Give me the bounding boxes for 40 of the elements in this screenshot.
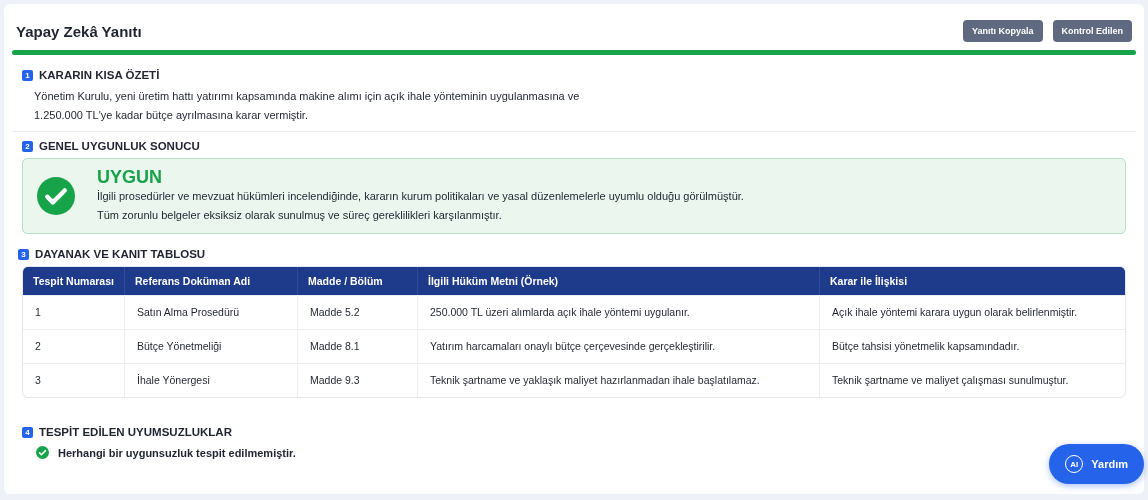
table-cell-text: Açık ihale yöntemi karara uygun olarak belirlenmiştir.: [831, 305, 1079, 320]
column-header: İlgili Hüküm Metni (Örnek): [418, 267, 820, 295]
table-cell-text: Teknik şartname ve maliyet çalışması sunulmuştur.: [831, 373, 1070, 388]
table-cell: Madde 8.1: [298, 330, 418, 363]
result-text: Tüm zorunlu belgeler eksiksiz olarak sunulmuş ve süreç gereklilikleri karşılanmıştır.: [97, 208, 503, 223]
table-cell: Bütçe Yönetmeliği: [125, 330, 298, 363]
column-header: Referans Doküman Adi: [125, 267, 298, 295]
section-number: 4: [22, 426, 33, 438]
action-button[interactable]: Yanıtı Kopyala: [962, 20, 1043, 42]
column-header: Karar ile İlişkisi: [820, 267, 1125, 295]
table-cell: Yatırım harcamaları onaylı bütçe çerçevesinde gerçekleştirilir.: [418, 330, 820, 363]
section-number: 1: [22, 69, 33, 81]
section-title: DAYANAK VE KANIT TABLOSU: [35, 248, 206, 260]
section-title: GENEL UYGUNLUK SONUCU: [39, 140, 200, 152]
section-title: KARARIN KISA ÖZETİ: [39, 69, 160, 81]
column-header: Madde / Bölüm: [298, 267, 418, 295]
check-icon: [36, 446, 49, 459]
action-button[interactable]: Kontrol Edilen: [1052, 20, 1132, 42]
table-cell: Madde 5.2: [298, 296, 418, 329]
table-cell: 3: [23, 364, 125, 397]
help-button[interactable]: AI Yardım: [1049, 444, 1144, 484]
table-cell: Teknik şartname ve yaklaşık maliyet hazırlanmadan ihale başlatılamaz.: [418, 364, 820, 397]
result-text: İlgili prosedürler ve mevzuat hükümleri incelendiğinde, kararın kurum politikaları ve yasal düzenlemelerle uyumlu olduğu görülmüştür.: [97, 189, 744, 204]
table-cell: 2: [23, 330, 125, 363]
table-cell: 1: [23, 296, 125, 329]
summary-text: 1.250.000 TL'ye kadar bütçe ayrılmasına karar vermiştir.: [34, 108, 309, 123]
summary-text: Yönetim Kurulu, yeni üretim hattı yatırımı kapsamında makine alımı için açık ihale yönteminin uygulanmasına ve: [34, 89, 581, 104]
table-cell-text: Bütçe tahsisi yönetmelik kapsamındadır.: [831, 339, 1021, 354]
verdict-text: UYGUN: [97, 167, 163, 187]
column-header: Tespit Numarası: [23, 267, 125, 295]
issue-text: Herhangi bir uygunsuzluk tespit edilmemiştir.: [58, 446, 296, 459]
section-title: TESPİT EDİLEN UYUMSUZLUKLAR: [39, 426, 232, 438]
section-number: 3: [18, 248, 29, 260]
table-cell: İhale Yönergesi: [125, 364, 298, 397]
page-title: Yapay Zekâ Yanıtı: [16, 22, 142, 40]
table-cell: Madde 9.3: [298, 364, 418, 397]
table-cell: Satın Alma Prosedürü: [125, 296, 298, 329]
section-number: 2: [22, 140, 33, 152]
check-icon: [37, 177, 75, 215]
table-cell: 250.000 TL üzeri alımlarda açık ihale yöntemi uygulanır.: [418, 296, 820, 329]
